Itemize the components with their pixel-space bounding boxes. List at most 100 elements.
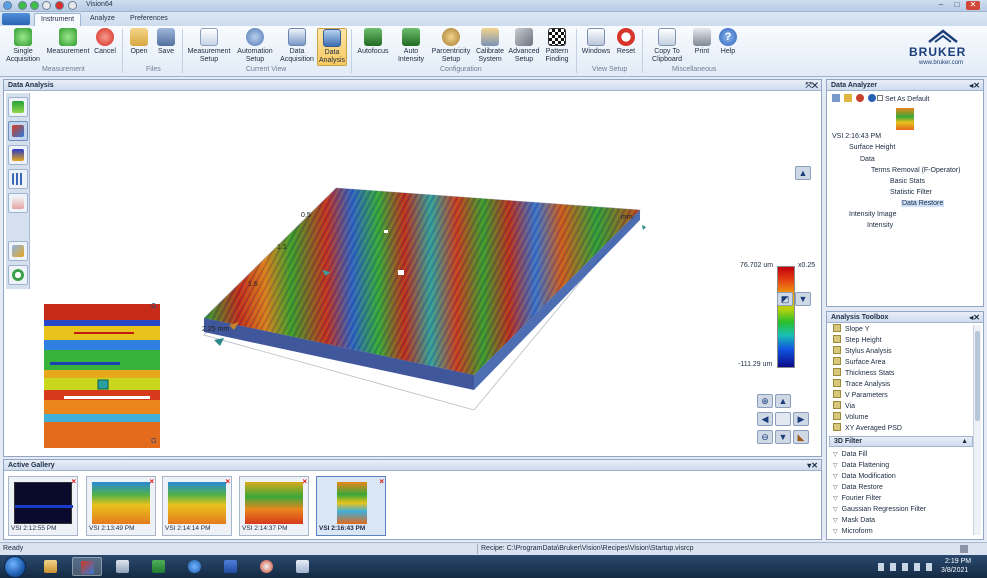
zoom-in-button[interactable]: ⊕ <box>757 394 773 408</box>
toolbox-scroll-thumb[interactable] <box>975 331 980 421</box>
view-contour-button[interactable] <box>8 145 28 165</box>
quick-cancel-icon[interactable] <box>55 1 64 10</box>
tree-node-intensity[interactable]: Intensity <box>867 222 893 229</box>
taskbar-paint[interactable] <box>252 557 282 576</box>
view-stitch-button[interactable] <box>8 241 28 261</box>
toolbox-item-thickness-stats[interactable]: Thickness Stats <box>833 368 894 377</box>
overview-2d-map[interactable] <box>44 304 160 448</box>
tab-analyze[interactable]: Analyze <box>84 13 121 26</box>
tree-node-data[interactable]: Data <box>860 156 875 163</box>
application-menu-button[interactable] <box>2 13 30 25</box>
save-button[interactable]: Save <box>154 28 178 56</box>
tree-node-basic-stats[interactable]: Basic Stats <box>890 178 925 185</box>
map-corner-marker-icon[interactable]: Ω <box>151 438 156 445</box>
taskbar-internet-explorer[interactable] <box>180 557 210 576</box>
measurement-button[interactable]: Measurement <box>46 28 90 56</box>
tree-node-intensity-image[interactable]: Intensity Image <box>849 211 896 218</box>
remove-item-icon[interactable]: × <box>225 477 230 486</box>
tree-node-terms-removal[interactable]: Terms Removal (F-Operator) <box>871 167 960 174</box>
toolbox-item-stylus-analysis[interactable]: Stylus Analysis <box>833 346 892 355</box>
app-orb-icon[interactable] <box>3 1 12 10</box>
status-print-icon[interactable] <box>960 545 968 553</box>
pan-right-button[interactable]: ▶ <box>793 412 809 426</box>
measurement-setup-button[interactable]: Measurement Setup <box>186 28 232 63</box>
advanced-setup-button[interactable]: Advanced Setup <box>506 28 542 63</box>
filter-item-data-fill[interactable]: Data Fill <box>833 451 868 458</box>
copy-to-clipboard-button[interactable]: Copy To Clipboard <box>646 28 688 63</box>
template-icon[interactable] <box>844 94 852 102</box>
add-analysis-icon[interactable] <box>832 94 840 102</box>
toolbox-item-step-height[interactable]: Step Height <box>833 335 882 344</box>
print-button[interactable]: Print <box>690 28 714 56</box>
view-3d-button[interactable] <box>8 121 28 141</box>
windows-button[interactable]: Windows <box>580 28 612 56</box>
refresh-analysis-icon[interactable] <box>856 94 864 102</box>
map-corner-marker-icon[interactable]: ▽ <box>46 438 51 446</box>
toolbox-scrollbar[interactable] <box>973 325 981 535</box>
view-refresh-button[interactable] <box>8 265 28 285</box>
help-button[interactable]: ? Help <box>716 28 740 56</box>
quick-run-icon[interactable] <box>18 1 27 10</box>
tree-node-measurement[interactable]: VSI 2:16:43 PM <box>832 133 881 140</box>
gallery-item[interactable]: VSI 2:13:49 PM × <box>86 476 156 536</box>
pan-down-button[interactable]: ▼ <box>775 430 791 444</box>
zoom-out-button[interactable]: ⊖ <box>757 430 773 444</box>
view-histogram-button[interactable] <box>8 169 28 189</box>
start-button[interactable] <box>4 556 26 578</box>
remove-item-icon[interactable]: × <box>71 477 76 486</box>
tree-node-data-restore[interactable]: Data Restore <box>901 200 945 207</box>
filter-item-gaussian-regression[interactable]: Gaussian Regression Filter <box>833 506 926 513</box>
toolbox-item-slope-y[interactable]: Slope Y <box>833 324 869 333</box>
palette-button[interactable]: ◩ <box>777 292 793 306</box>
filter-item-data-restore[interactable]: Data Restore <box>833 484 883 491</box>
quick-measure-icon[interactable] <box>30 1 39 10</box>
gallery-item[interactable]: VSI 2:12:55 PM × <box>8 476 78 536</box>
pattern-finding-button[interactable]: Pattern Finding <box>542 28 572 63</box>
panel-close-icon[interactable]: ⤧✕ <box>806 80 819 91</box>
toolbox-item-v-parameters[interactable]: V Parameters <box>833 390 888 399</box>
taskbar-notepad[interactable] <box>288 557 318 576</box>
analyzer-close-icon[interactable]: ◂✕ <box>969 80 980 91</box>
taskbar-vision64[interactable] <box>72 557 102 576</box>
scale-up-button[interactable]: ▲ <box>795 166 811 180</box>
filter-item-data-flattening[interactable]: Data Flattening <box>833 462 889 469</box>
filter-item-data-modification[interactable]: Data Modification <box>833 473 896 480</box>
map-corner-marker-icon[interactable]: Ω <box>151 303 156 310</box>
tab-instrument[interactable]: Instrument <box>34 13 82 26</box>
toolbox-close-icon[interactable]: ◂✕ <box>969 312 980 323</box>
tree-node-surface-height[interactable]: Surface Height <box>849 144 895 151</box>
data-analysis-button[interactable]: Data Analysis <box>317 28 347 66</box>
taskbar-excel[interactable] <box>144 557 174 576</box>
tab-preferences[interactable]: Preferences <box>124 13 174 26</box>
filter-item-microform[interactable]: Microform <box>833 528 873 535</box>
calibrate-system-button[interactable]: Calibrate System <box>474 28 506 63</box>
data-acquisition-button[interactable]: Data Acquisition <box>278 28 316 63</box>
pan-up-button[interactable]: ▲ <box>775 394 791 408</box>
remove-item-icon[interactable]: × <box>302 477 307 486</box>
taskbar-calculator[interactable] <box>108 557 138 576</box>
taskbar-explorer[interactable] <box>36 557 66 576</box>
surface-3d-view[interactable] <box>184 180 654 410</box>
maximize-button[interactable]: □ <box>950 1 964 10</box>
remove-item-icon[interactable]: × <box>149 477 154 486</box>
quick-access-menu-icon[interactable] <box>68 1 77 10</box>
gallery-item[interactable]: VSI 2:14:14 PM × <box>162 476 232 536</box>
scale-down-button[interactable]: ▼ <box>795 292 811 306</box>
quick-stop-icon[interactable] <box>42 1 51 10</box>
filter-item-mask-data[interactable]: Mask Data <box>833 517 875 524</box>
pan-left-button[interactable]: ◀ <box>757 412 773 426</box>
remove-item-icon[interactable]: × <box>379 477 384 486</box>
open-button[interactable]: Open <box>126 28 152 56</box>
tray-icons[interactable] <box>878 563 936 571</box>
tree-node-statistic-filter[interactable]: Statistic Filter <box>890 189 932 196</box>
rotate-view-button[interactable]: ◣ <box>793 430 809 444</box>
set-default-checkbox[interactable] <box>877 95 883 101</box>
auto-intensity-button[interactable]: Auto Intensity <box>394 28 428 63</box>
minimize-button[interactable]: – <box>934 1 948 10</box>
toolbox-item-volume[interactable]: Volume <box>833 412 868 421</box>
view-profile-button[interactable] <box>8 193 28 213</box>
toolbox-item-xy-averaged-psd[interactable]: XY Averaged PSD <box>833 423 902 432</box>
parcentricity-setup-button[interactable]: Parcentricity Setup <box>428 28 474 63</box>
filter-item-fourier-filter[interactable]: Fourier Filter <box>833 495 882 502</box>
single-acquisition-button[interactable]: Single Acquisition <box>4 28 42 63</box>
